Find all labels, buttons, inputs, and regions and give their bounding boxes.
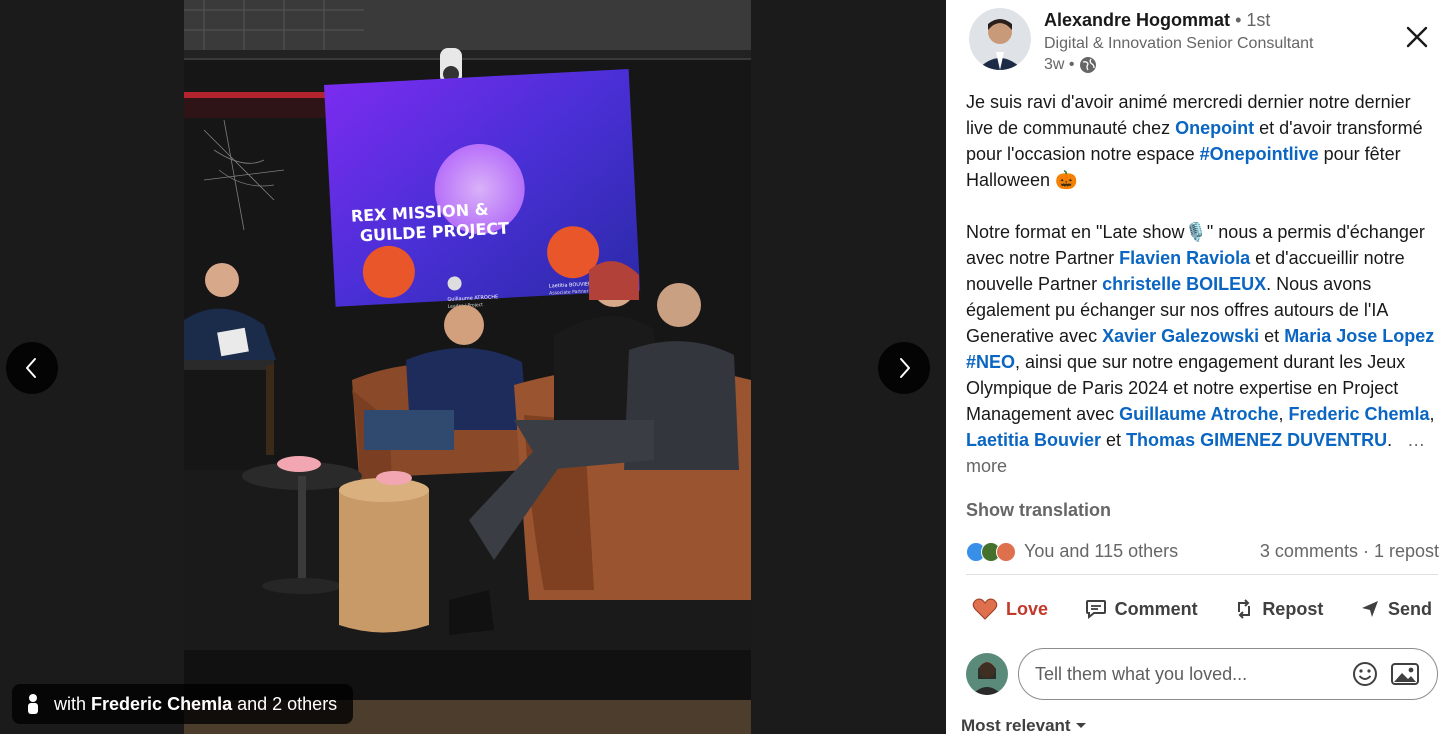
mention-frederic-chemla[interactable]: Frederic Chemla — [1288, 404, 1429, 424]
comment-label: Comment — [1114, 598, 1198, 619]
divider — [966, 574, 1438, 575]
author-avatar[interactable] — [969, 8, 1031, 70]
emoji-button[interactable] — [1345, 654, 1385, 694]
love-label: Love — [1006, 598, 1049, 619]
chevron-right-icon — [900, 358, 910, 378]
tagged-people-button[interactable]: with Frederic Chemla and 2 others — [12, 684, 354, 724]
author-name-text[interactable]: Alexandre Hogommat — [1044, 10, 1230, 30]
mention-maria-jose-lopez[interactable]: Maria Jose Lopez — [1284, 326, 1434, 346]
connection-degree: • 1st — [1235, 10, 1271, 30]
caret-down-icon — [1075, 723, 1086, 728]
post-photo[interactable]: REX MISSION & GUILDE PROJECT Guillaume A… — [184, 0, 751, 734]
mention-thomas-gimenez-duventru[interactable]: Thomas GIMENEZ DUVENTRU — [1126, 430, 1387, 450]
post-time: 3w • — [1044, 56, 1075, 73]
previous-image-button[interactable] — [6, 342, 58, 394]
add-image-button[interactable] — [1385, 654, 1425, 694]
comment-composer — [966, 648, 1438, 700]
reactions-summary[interactable]: You and 115 others — [966, 541, 1178, 562]
reactions-text: You and 115 others — [1024, 541, 1179, 561]
close-icon — [1406, 26, 1428, 48]
comment-input[interactable] — [1033, 662, 1345, 686]
text-run: . — [1387, 430, 1393, 450]
comment-input-wrapper — [1018, 648, 1438, 700]
author-title: Digital & Innovation Senior Consultant — [1044, 35, 1314, 52]
text-run: , — [1278, 404, 1289, 424]
author-name[interactable]: Alexandre Hogommat • 1st — [1044, 10, 1270, 31]
hashtag-onepointlive[interactable]: #Onepointlive — [1200, 144, 1319, 164]
love-reaction-icon — [996, 541, 1016, 562]
chevron-left-icon — [26, 358, 36, 378]
action-bar: Love Comment Repost Send — [966, 589, 1438, 629]
repost-button[interactable]: Repost — [1228, 598, 1329, 620]
send-button[interactable]: Send — [1354, 599, 1438, 620]
media-viewer: REX MISSION & GUILDE PROJECT Guillaume A… — [0, 0, 946, 734]
heart-icon — [972, 598, 998, 620]
hashtag-neo[interactable]: #NEO — [966, 352, 1015, 372]
send-icon — [1361, 601, 1378, 617]
tag-suffix: and 2 others — [237, 693, 338, 714]
mention-laetitia-bouvier[interactable]: Laetitia Bouvier — [966, 430, 1101, 450]
comment-icon — [1085, 600, 1106, 619]
person-icon — [26, 693, 40, 715]
mention-flavien-raviola[interactable]: Flavien Raviola — [1119, 248, 1250, 268]
tag-name: Frederic Chemla — [91, 693, 233, 714]
mention-xavier-galezowski[interactable]: Xavier Galezowski — [1102, 326, 1259, 346]
next-image-button[interactable] — [878, 342, 930, 394]
post-paragraph-1: Je suis ravi d'avoir animé mercredi dern… — [966, 89, 1442, 193]
mention-guillaume-atroche[interactable]: Guillaume Atroche — [1119, 404, 1278, 424]
post-meta: 3w • — [1044, 56, 1097, 74]
text-run: et — [1259, 326, 1285, 346]
mention-onepoint[interactable]: Onepoint — [1175, 118, 1254, 138]
send-label: Send — [1387, 598, 1432, 619]
sort-comments-dropdown[interactable]: Most relevant — [961, 716, 1087, 734]
globe-icon — [1079, 57, 1096, 73]
show-translation-button[interactable]: Show translation — [966, 500, 1111, 521]
image-icon — [1391, 663, 1419, 685]
text-run: , — [1429, 404, 1435, 424]
tag-prefix: with — [54, 693, 87, 714]
mention-christelle-boileux[interactable]: christelle BOILEUX — [1102, 274, 1266, 294]
comment-repost-counts[interactable]: 3 comments · 1 repost — [1260, 541, 1439, 562]
sort-label: Most relevant — [961, 716, 1071, 734]
post-body: Je suis ravi d'avoir animé mercredi dern… — [966, 89, 1442, 479]
text-run: et — [1101, 430, 1127, 450]
emoji-icon — [1353, 662, 1377, 686]
repost-label: Repost — [1262, 598, 1324, 619]
close-button[interactable] — [1396, 16, 1438, 58]
repost-icon — [1238, 599, 1251, 619]
post-paragraph-2: Notre format en "Late show🎙️" nous a per… — [966, 219, 1442, 479]
post-panel: Alexandre Hogommat • 1st Digital & Innov… — [946, 0, 1456, 734]
user-avatar[interactable] — [966, 653, 1008, 695]
love-button[interactable]: Love — [966, 597, 1054, 621]
comment-button[interactable]: Comment — [1079, 599, 1204, 620]
reaction-icons — [966, 541, 1016, 562]
